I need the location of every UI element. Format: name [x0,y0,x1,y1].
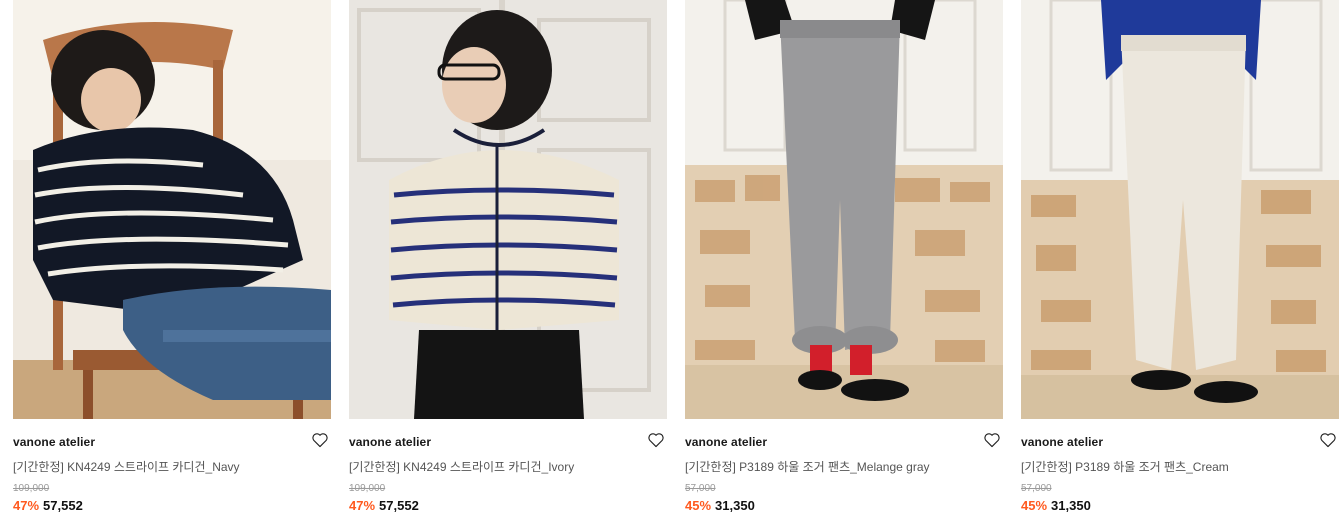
discount-rate: 45% [1021,498,1048,513]
discount-rate: 47% [13,498,40,513]
discount-rate: 47% [349,498,376,513]
product-title[interactable]: [기간한정] P3189 하울 조거 팬츠_Melange gray [685,458,930,475]
sale-price: 31,350 [715,498,755,513]
product-title[interactable]: [기간한정] P3189 하울 조거 팬츠_Cream [1021,458,1229,475]
sale-price: 57,552 [379,498,419,513]
price-line: 47% 57,552 [13,498,83,513]
heart-outline-icon[interactable] [983,432,1001,448]
product-card[interactable]: vanone atelier [기간한정] KN4249 스트라이프 카디건_I… [349,0,667,524]
product-title[interactable]: [기간한정] KN4249 스트라이프 카디건_Navy [13,458,240,475]
brand-name[interactable]: vanone atelier [685,435,767,449]
heart-outline-icon[interactable] [311,432,329,448]
product-card[interactable]: vanone atelier [기간한정] P3189 하울 조거 팬츠_Cre… [1021,0,1339,524]
original-price: 57,000 [685,483,716,494]
product-card[interactable]: vanone atelier [기간한정] P3189 하울 조거 팬츠_Mel… [685,0,1003,524]
price-line: 45% 31,350 [1021,498,1091,513]
product-image[interactable] [685,0,1003,419]
brand-name[interactable]: vanone atelier [349,435,431,449]
original-price: 109,000 [349,483,386,494]
price-line: 45% 31,350 [685,498,755,513]
sale-price: 57,552 [43,498,83,513]
product-image[interactable] [13,0,331,419]
product-title[interactable]: [기간한정] KN4249 스트라이프 카디건_Ivory [349,458,574,475]
brand-name[interactable]: vanone atelier [1021,435,1103,449]
original-price: 109,000 [13,483,50,494]
original-price: 57,000 [1021,483,1052,494]
sale-price: 31,350 [1051,498,1091,513]
product-card[interactable]: vanone atelier [기간한정] KN4249 스트라이프 카디건_N… [13,0,331,524]
product-image[interactable] [1021,0,1339,419]
price-line: 47% 57,552 [349,498,419,513]
brand-name[interactable]: vanone atelier [13,435,95,449]
heart-outline-icon[interactable] [1319,432,1337,448]
discount-rate: 45% [685,498,712,513]
heart-outline-icon[interactable] [647,432,665,448]
product-image[interactable] [349,0,667,419]
